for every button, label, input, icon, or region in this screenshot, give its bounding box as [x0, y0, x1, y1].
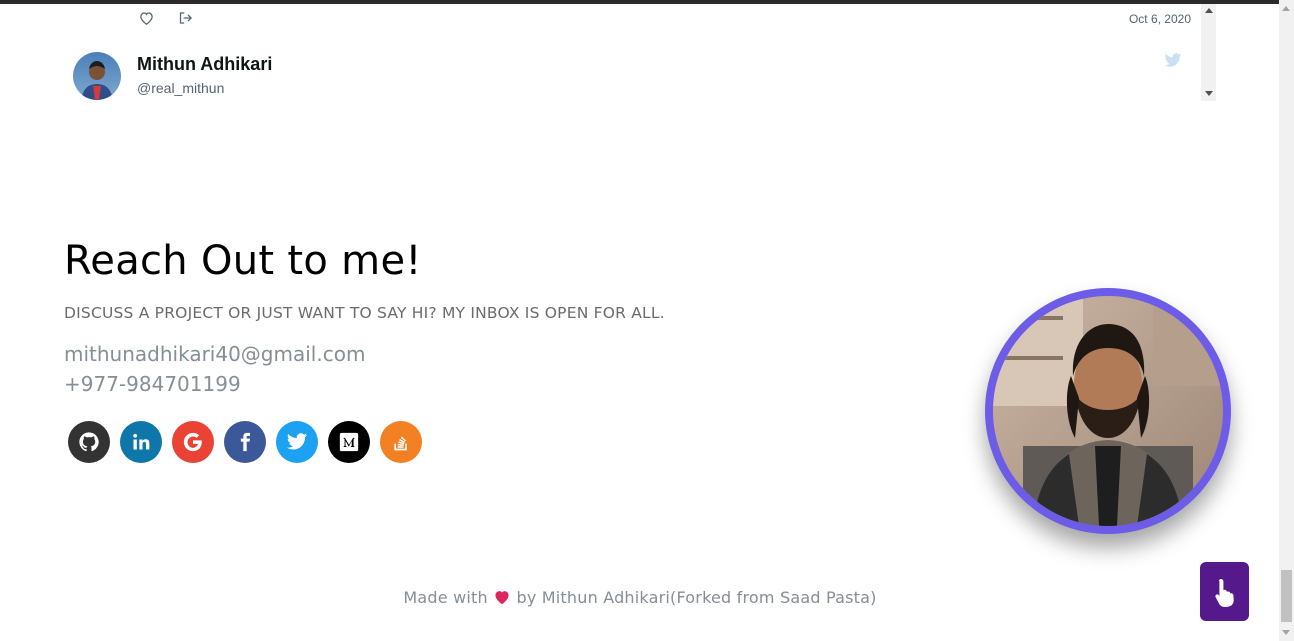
heart-icon — [493, 588, 516, 607]
medium-icon[interactable] — [328, 421, 370, 463]
contact-subtitle: DISCUSS A PROJECT OR JUST WANT TO SAY HI… — [64, 304, 665, 322]
scroll-up-arrow-icon[interactable] — [1282, 6, 1290, 11]
tweet-actions — [138, 9, 194, 26]
scroll-down-arrow-icon[interactable] — [1282, 630, 1290, 635]
contact-phone[interactable]: +977-984701199 — [64, 372, 241, 396]
linkedin-icon[interactable] — [120, 421, 162, 463]
facebook-icon[interactable] — [224, 421, 266, 463]
avatar[interactable] — [73, 52, 121, 100]
twitter-icon[interactable] — [276, 421, 318, 463]
profile-photo-image — [993, 296, 1223, 526]
footer-prefix: Made with — [403, 588, 488, 607]
footer: Made with by Mithun Adhikari(Forked from… — [0, 588, 1280, 607]
profile-photo — [985, 288, 1231, 534]
scroll-to-top-button[interactable] — [1200, 562, 1249, 621]
page-scrollbar[interactable] — [1279, 0, 1294, 641]
scrollbar-thumb[interactable] — [1281, 570, 1292, 622]
twitter-bird-icon[interactable] — [1164, 53, 1182, 68]
contact-title: Reach Out to me! — [64, 238, 422, 284]
tweet-author-handle[interactable]: @real_mithun — [137, 80, 224, 96]
contact-email[interactable]: mithunadhikari40@gmail.com — [64, 342, 365, 366]
heart-icon[interactable] — [138, 9, 155, 26]
social-links — [68, 421, 422, 463]
google-icon[interactable] — [172, 421, 214, 463]
stackoverflow-icon[interactable] — [380, 421, 422, 463]
tweet-scrollbar[interactable] — [1201, 4, 1216, 101]
share-icon[interactable] — [177, 9, 194, 26]
tweet-author-name[interactable]: Mithun Adhikari — [137, 54, 272, 75]
scroll-down-arrow-icon[interactable] — [1205, 91, 1213, 96]
pointing-hand-icon — [1214, 578, 1234, 607]
github-icon[interactable] — [68, 421, 110, 463]
twitter-embed[interactable]: Oct 6, 2020 Mithun Adhikari @real_mithun — [64, 4, 1216, 101]
footer-suffix: by Mithun Adhikari(Forked from Saad Past… — [516, 588, 877, 607]
scroll-up-arrow-icon[interactable] — [1205, 8, 1213, 13]
tweet-date[interactable]: Oct 6, 2020 — [1129, 12, 1191, 26]
